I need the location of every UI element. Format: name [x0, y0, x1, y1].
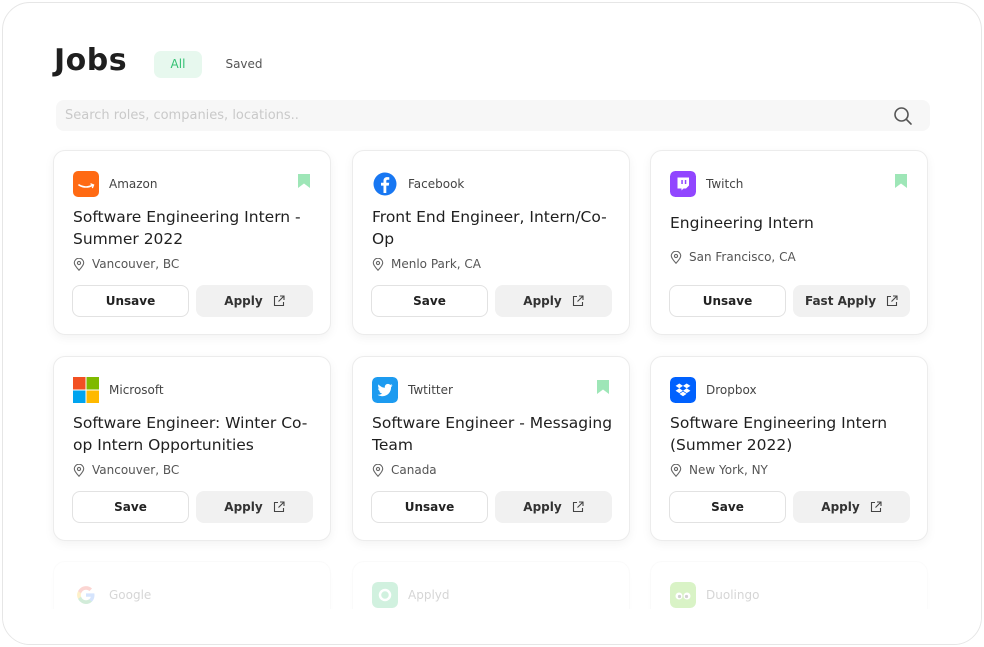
external-link-icon [572, 295, 584, 307]
amazon-logo-icon [73, 171, 99, 197]
location-pin-icon [372, 463, 384, 477]
location-pin-icon [372, 257, 384, 271]
twitch-logo-icon [670, 171, 696, 197]
location-text: San Francisco, CA [689, 250, 796, 264]
twitter-logo-icon [372, 377, 398, 403]
company-name: Duolingo [706, 588, 760, 602]
apply-button-label: Apply [523, 294, 562, 308]
tab-saved[interactable]: Saved [217, 51, 271, 78]
search-input[interactable] [65, 100, 885, 131]
external-link-icon [572, 501, 584, 513]
apply-button[interactable]: Apply [495, 491, 612, 523]
external-link-icon [273, 501, 285, 513]
job-title[interactable]: Software Engineering Intern - Summer 202… [73, 206, 318, 250]
external-link-icon [273, 295, 285, 307]
company-name: Twitch [706, 177, 744, 191]
location-pin-icon [73, 463, 85, 477]
job-card[interactable]: Twitch Engineering Intern San Francisco,… [650, 150, 928, 335]
job-location: Vancouver, BC [73, 256, 179, 272]
list-fade-overlay [3, 609, 981, 644]
apply-button[interactable]: Apply [196, 491, 313, 523]
save-button[interactable]: Save [371, 285, 488, 317]
job-title[interactable]: Software Engineer: Winter Co-op Intern O… [73, 412, 318, 456]
company-name: Google [109, 588, 152, 602]
save-button[interactable]: Save [72, 491, 189, 523]
location-pin-icon [73, 257, 85, 271]
job-location: Vancouver, BC [73, 462, 179, 478]
company-name: Facebook [408, 177, 465, 191]
job-title[interactable]: Software Engineer - Messaging Team [372, 412, 617, 456]
save-button[interactable]: Save [669, 491, 786, 523]
job-title[interactable]: Software Engineering Intern (Summer 2022… [670, 412, 915, 456]
location-text: New York, NY [689, 463, 768, 477]
tab-all[interactable]: All [154, 51, 202, 78]
applyd-logo-icon [372, 582, 398, 608]
duolingo-logo-icon [670, 582, 696, 608]
apply-button[interactable]: Apply [196, 285, 313, 317]
job-card[interactable]: Amazon Software Engineering Intern - Sum… [53, 150, 331, 335]
company-name: Microsoft [109, 383, 164, 397]
job-card[interactable]: Microsoft Software Engineer: Winter Co-o… [53, 356, 331, 541]
company-name: Dropbox [706, 383, 757, 397]
job-location: New York, NY [670, 462, 768, 478]
job-title[interactable]: Engineering Intern [670, 212, 915, 234]
fast-apply-button[interactable]: Fast Apply [793, 285, 910, 317]
dropbox-logo-icon [670, 377, 696, 403]
search-icon[interactable] [893, 106, 913, 126]
location-pin-icon [670, 250, 682, 264]
job-card[interactable]: Dropbox Software Engineering Intern (Sum… [650, 356, 928, 541]
apply-button-label: Apply [523, 500, 562, 514]
company-name: Twtitter [408, 383, 453, 397]
location-text: Menlo Park, CA [391, 257, 481, 271]
job-location: San Francisco, CA [670, 249, 796, 265]
job-title[interactable]: Front End Engineer, Intern/Co-Op [372, 206, 617, 250]
location-text: Canada [391, 463, 437, 477]
location-pin-icon [670, 463, 682, 477]
job-card[interactable]: Twtitter Software Engineer - Messaging T… [352, 356, 630, 541]
google-logo-icon [73, 582, 99, 608]
location-text: Vancouver, BC [92, 463, 180, 477]
apply-button[interactable]: Apply [793, 491, 910, 523]
unsave-button[interactable]: Unsave [371, 491, 488, 523]
external-link-icon [886, 295, 898, 307]
company-name: Applyd [408, 588, 450, 602]
external-link-icon [870, 501, 882, 513]
apply-button[interactable]: Apply [495, 285, 612, 317]
apply-button-label: Apply [821, 500, 860, 514]
page-title: Jobs [54, 43, 128, 78]
facebook-logo-icon [372, 171, 398, 197]
unsave-button[interactable]: Unsave [72, 285, 189, 317]
bookmark-icon[interactable] [895, 174, 907, 188]
unsave-button[interactable]: Unsave [669, 285, 786, 317]
job-location: Canada [372, 462, 437, 478]
location-text: Vancouver, BC [92, 257, 180, 271]
app-window: Jobs All Saved Amazon Software Engineeri… [2, 2, 982, 645]
microsoft-logo-icon [73, 377, 99, 403]
apply-button-label: Fast Apply [804, 294, 877, 308]
apply-button-label: Apply [224, 294, 263, 308]
company-name: Amazon [109, 177, 158, 191]
search-bar [56, 100, 930, 131]
apply-button-label: Apply [224, 500, 263, 514]
job-location: Menlo Park, CA [372, 256, 481, 272]
job-card[interactable]: Facebook Front End Engineer, Intern/Co-O… [352, 150, 630, 335]
bookmark-icon[interactable] [597, 380, 609, 394]
bookmark-icon[interactable] [298, 174, 310, 188]
